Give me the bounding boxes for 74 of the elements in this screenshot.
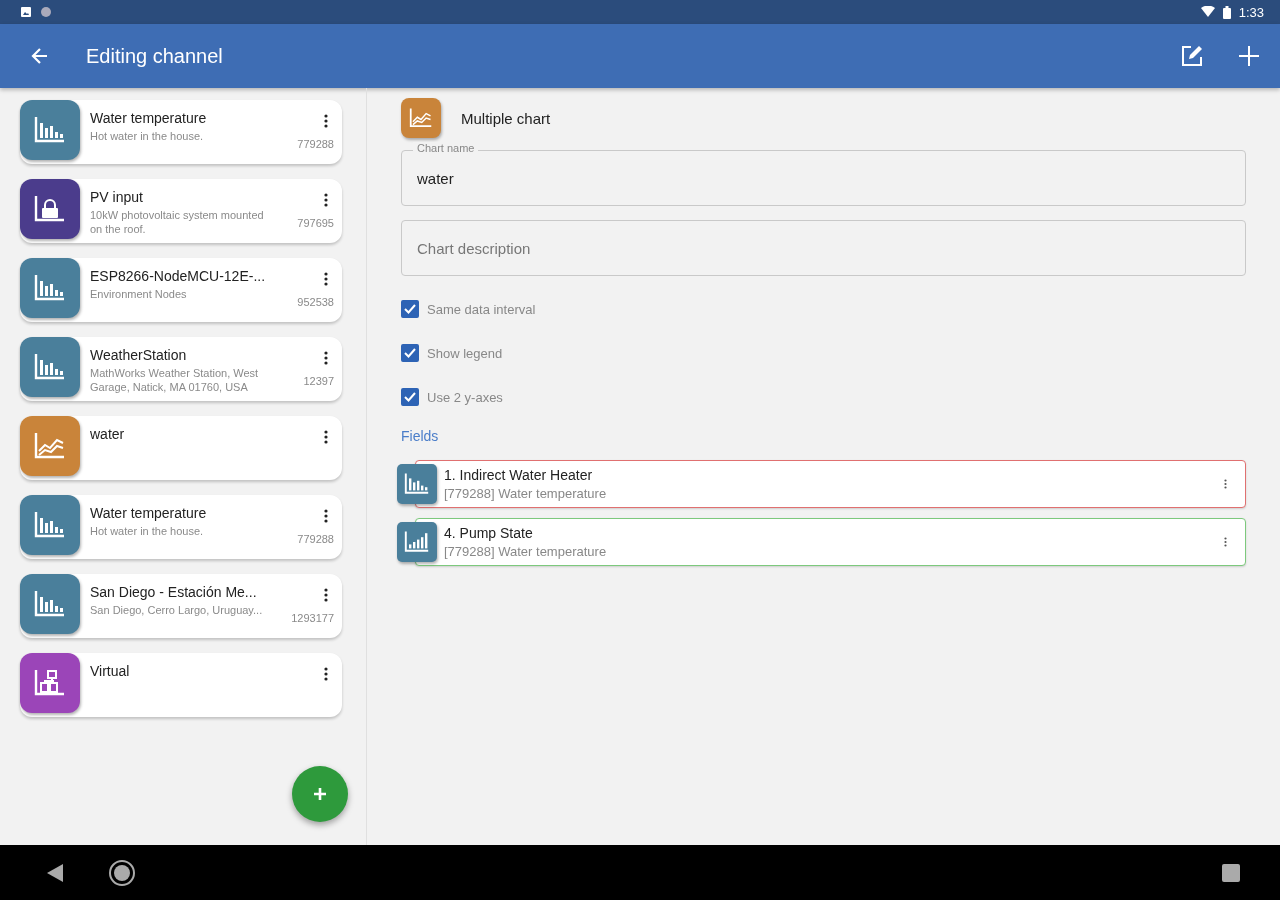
more-vert-icon (324, 272, 328, 286)
channel-name: San Diego - Estación Me... (90, 584, 258, 600)
channel-description: Hot water in the house. (90, 129, 205, 144)
channel-description: San Diego, Cerro Largo, Uruguay... (90, 603, 264, 618)
channel-card[interactable]: Water temperature Hot water in the house. 779288 (20, 495, 342, 559)
channel-name: ESP8266-NodeMCU-12E-... (90, 268, 267, 284)
more-vert-icon (324, 351, 328, 365)
channel-description: Environment Nodes (90, 287, 188, 302)
wifi-icon (1200, 6, 1215, 18)
more-vert-icon (324, 588, 328, 602)
field-label: Chart name (413, 142, 479, 154)
square-icon (1222, 863, 1240, 882)
image-icon (20, 6, 32, 18)
channel-name: PV input (90, 189, 144, 205)
field-title: 4. Pump State (444, 525, 534, 541)
more-vert-icon (324, 430, 328, 444)
home-nav-button[interactable] (108, 858, 136, 887)
recents-nav-button[interactable] (1222, 863, 1240, 882)
channel-name: water (90, 426, 126, 442)
channel-card[interactable]: Water temperature Hot water in the house. 779288 (20, 100, 342, 164)
field-card[interactable]: 4. Pump State [779288] Water temperature (415, 518, 1246, 566)
plus-icon (313, 787, 327, 801)
channel-card[interactable]: San Diego - Estación Me... San Diego, Cerro Largo, Uruguay... 1293177 (20, 574, 342, 638)
more-vert-icon (324, 114, 328, 128)
checkbox[interactable] (401, 300, 419, 318)
back-nav-button[interactable] (46, 862, 64, 883)
circle-icon (40, 6, 52, 18)
more-vert-icon (1224, 537, 1227, 547)
channel-description: Hot water in the house. (90, 524, 205, 539)
channel-name: Water temperature (90, 110, 208, 126)
checkbox-label: Show legend (427, 345, 503, 361)
bar-chart-icon (397, 464, 437, 504)
checkbox-label: Same data interval (427, 301, 536, 317)
more-vert-icon (324, 667, 328, 681)
line-chart-icon (401, 98, 441, 138)
channel-description: MathWorks Weather Station, West Garage, Natick, MA 01760, USA (90, 366, 260, 395)
field-title: 1. Indirect Water Heater (444, 467, 594, 483)
field-source: [779288] Water temperature (444, 486, 608, 501)
channel-card[interactable]: PV input 10kW photovoltaic system mounted on the roof. 797695 (20, 179, 342, 243)
checkbox[interactable] (401, 344, 419, 362)
bar-chart-icon (397, 522, 437, 562)
channel-id: 779288 (297, 138, 334, 150)
more-vert-icon (324, 193, 328, 207)
status-time: 1:33 (1238, 4, 1264, 20)
channel-name: WeatherStation (90, 347, 188, 363)
channel-id: 1293177 (291, 612, 334, 624)
battery-icon (1222, 5, 1231, 19)
field-source: [779288] Water temperature (444, 544, 608, 559)
channel-card[interactable]: ESP8266-NodeMCU-12E-... Environment Nodes 952538 (20, 258, 342, 322)
more-vert-icon (1224, 479, 1227, 489)
edit-icon (1180, 44, 1204, 68)
checkbox[interactable] (401, 388, 419, 406)
home-circle-icon (108, 858, 136, 887)
checkbox-label: Use 2 y-axes (427, 389, 503, 405)
more-vert-icon (324, 509, 328, 523)
channel-id: 779288 (297, 533, 334, 545)
channel-id: 12397 (303, 375, 334, 387)
chart-description-field[interactable]: Chart description (401, 220, 1246, 276)
add-channel-button[interactable] (292, 766, 348, 822)
chart-type-label: Multiple chart (461, 109, 551, 127)
back-triangle-icon (46, 862, 64, 883)
field-card[interactable]: 1. Indirect Water Heater [779288] Water temperature (415, 460, 1246, 508)
channel-card[interactable]: water (20, 416, 342, 480)
channel-name: Water temperature (90, 505, 208, 521)
back-arrow-icon (30, 46, 50, 66)
channel-card[interactable]: Virtual (20, 653, 342, 717)
app-bar-title: Editing channel (86, 44, 223, 68)
fields-heading: Fields (401, 428, 440, 444)
channel-id: 952538 (297, 296, 334, 308)
channel-card[interactable]: WeatherStation MathWorks Weather Station, West Garage, Natick, MA 01760, USA 12397 (20, 337, 342, 401)
channel-id: 797695 (297, 217, 334, 229)
plus-icon (1238, 45, 1260, 67)
channel-description: 10kW photovoltaic system mounted on the roof. (90, 208, 265, 237)
channel-name: Virtual (90, 663, 131, 679)
